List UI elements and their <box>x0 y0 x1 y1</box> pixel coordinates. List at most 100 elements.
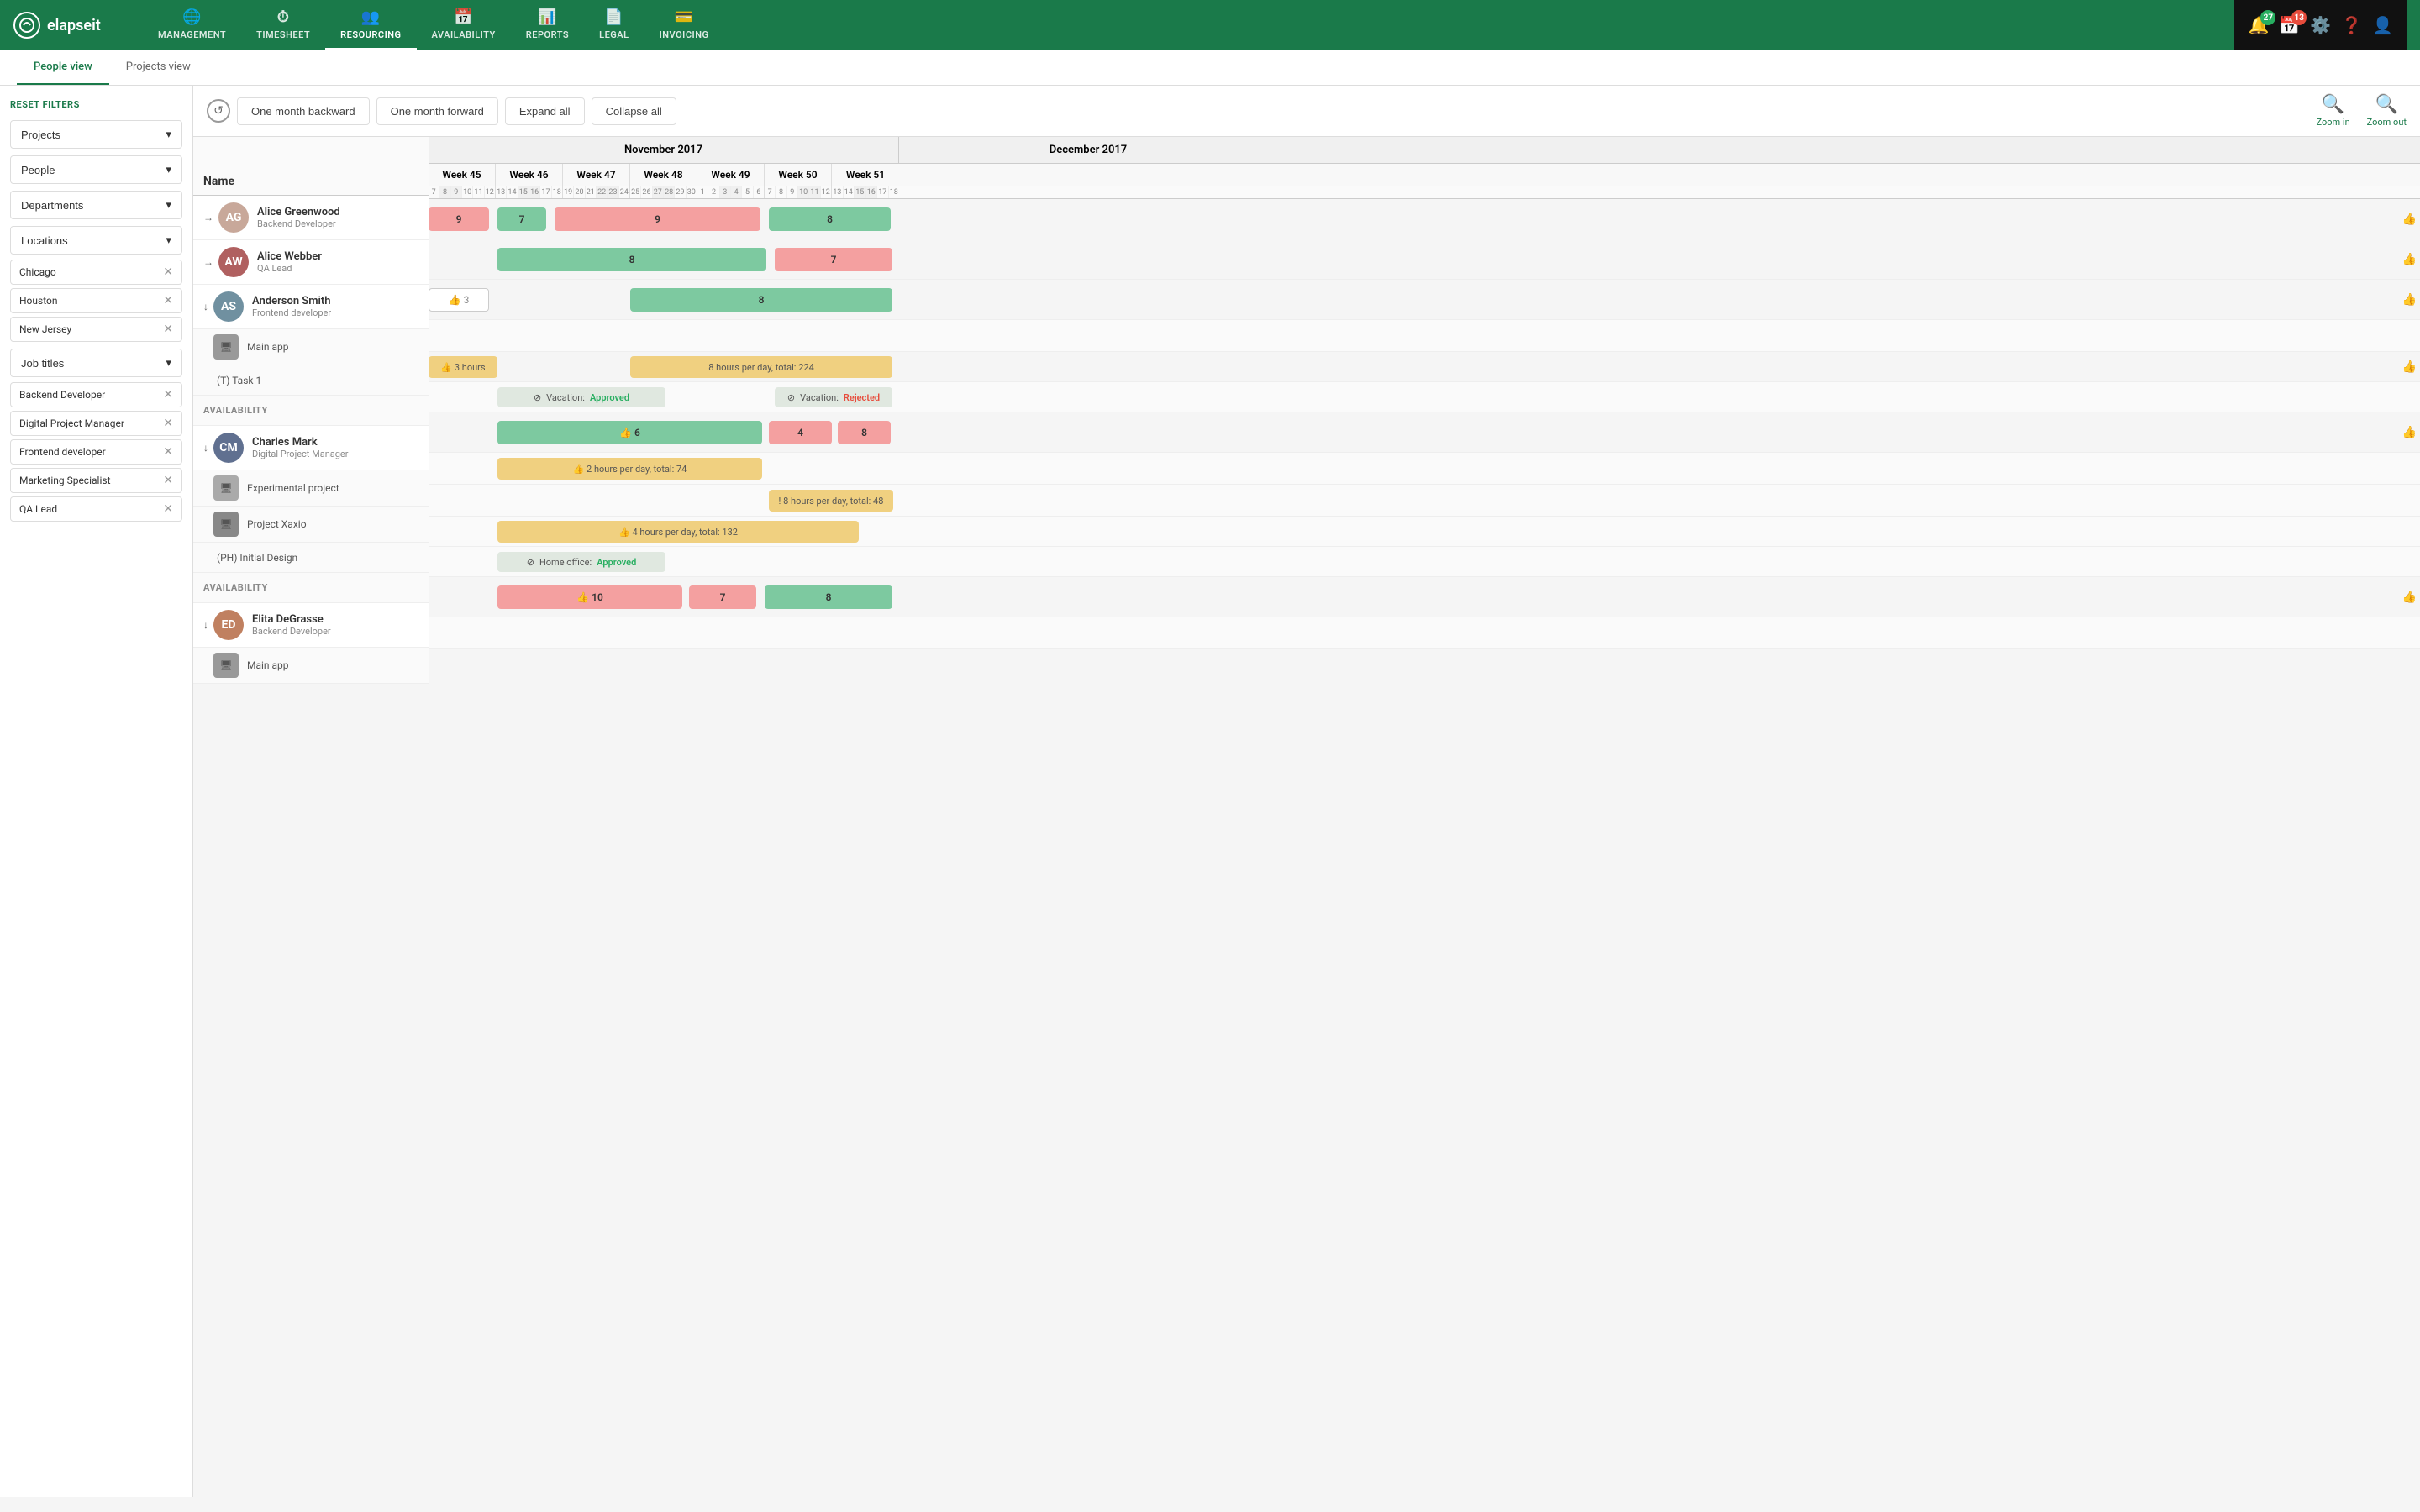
initial-design-label: (PH) Initial Design <box>217 552 297 564</box>
one-month-backward-button[interactable]: One month backward <box>237 97 370 125</box>
tag-new-jersey-remove[interactable]: ✕ <box>163 323 173 336</box>
tag-chicago-remove[interactable]: ✕ <box>163 265 173 279</box>
tab-people-view[interactable]: People view <box>17 50 109 85</box>
nav-resourcing-label: RESOURCING <box>340 29 401 40</box>
bar-ed-1[interactable]: 👍 10 <box>497 585 682 609</box>
bar-cm-2[interactable]: 4 <box>769 421 832 444</box>
like-task1[interactable]: 👍 <box>2402 360 2417 374</box>
avail-homeoffice-status: Approved <box>597 557 636 568</box>
filter-projects: Projects ▾ <box>10 120 182 149</box>
nav-legal[interactable]: 📄 LEGAL <box>584 0 644 50</box>
tag-marketing-remove[interactable]: ✕ <box>163 474 173 487</box>
expand-alice-g[interactable]: → <box>203 212 213 223</box>
tab-projects-view[interactable]: Projects view <box>109 50 208 85</box>
nav-reports[interactable]: 📊 REPORTS <box>511 0 584 50</box>
week51-days: 13 14 15 16 17 18 <box>832 186 899 198</box>
nav-timesheet[interactable]: ⏱ TIMESHEET <box>241 0 325 50</box>
expand-elita[interactable]: ↓ <box>203 619 208 631</box>
job-titles-filter-btn[interactable]: Job titles ▾ <box>10 349 182 377</box>
gantt-bars-area: 9 7 9 8 👍 8 7 👍 <box>429 199 2420 649</box>
expand-charles[interactable]: ↓ <box>203 442 208 454</box>
tag-houston-remove[interactable]: ✕ <box>163 294 173 307</box>
bar-as-2[interactable]: 8 <box>630 288 892 312</box>
bar-cm-1[interactable]: 👍 6 <box>497 421 762 444</box>
avail-approved-status: Approved <box>590 392 629 403</box>
tag-marketing: Marketing Specialist ✕ <box>10 468 182 493</box>
tag-chicago-label: Chicago <box>19 266 56 278</box>
bar-ag-4[interactable]: 8 <box>769 207 891 231</box>
collapse-all-button[interactable]: Collapse all <box>592 97 676 125</box>
nav-invoicing[interactable]: 💳 INVOICING <box>644 0 724 50</box>
bar-ag-1[interactable]: 9 <box>429 207 489 231</box>
zoom-out-button[interactable]: 🔍 Zoom out <box>2367 94 2407 128</box>
nav-availability[interactable]: 📅 AVAILABILITY <box>417 0 511 50</box>
departments-filter-btn[interactable]: Departments ▾ <box>10 191 182 219</box>
bar-cm-3[interactable]: 8 <box>838 421 891 444</box>
bar-as-1[interactable]: 👍 3 <box>429 288 489 312</box>
bar-ed-2[interactable]: 7 <box>689 585 756 609</box>
expand-all-button[interactable]: Expand all <box>505 97 585 125</box>
expand-anderson[interactable]: ↓ <box>203 301 208 312</box>
like-as[interactable]: 👍 <box>2402 293 2417 307</box>
nav-resourcing[interactable]: 👥 RESOURCING <box>325 0 416 50</box>
resourcing-icon: 👥 <box>361 8 381 26</box>
anderson-name: Anderson Smith <box>252 295 418 307</box>
charles-title: Digital Project Manager <box>252 449 418 459</box>
avail-homeoffice-icon: ⊘ <box>527 557 534 568</box>
calendar-button[interactable]: 📅 13 <box>2279 15 2300 35</box>
bar-aw-1[interactable]: 8 <box>497 248 766 271</box>
tag-frontend-dev-label: Frontend developer <box>19 446 106 458</box>
logo[interactable]: elapseit <box>13 12 123 39</box>
bar-task1-1[interactable]: 👍 3 hours <box>429 356 497 378</box>
one-month-forward-button[interactable]: One month forward <box>376 97 498 125</box>
bar-initial-1[interactable]: 👍 4 hours per day, total: 132 <box>497 521 859 543</box>
like-cm[interactable]: 👍 <box>2402 426 2417 439</box>
tag-houston: Houston ✕ <box>10 288 182 313</box>
refresh-button[interactable]: ↺ <box>207 99 230 123</box>
alarm-button[interactable]: 🔔 27 <box>2248 15 2269 35</box>
elita-name: Elita DeGrasse <box>252 613 418 626</box>
tag-qa-lead: QA Lead ✕ <box>10 496 182 522</box>
bar-ag-3[interactable]: 9 <box>555 207 760 231</box>
tag-qa-lead-remove[interactable]: ✕ <box>163 502 173 516</box>
week-45: Week 45 <box>429 164 496 186</box>
expand-alice-w[interactable]: → <box>203 256 213 268</box>
zoom-in-button[interactable]: 🔍 Zoom in <box>2317 94 2350 128</box>
gantt-container: Name → AG Alice Greenwood Backend Develo… <box>193 137 2420 684</box>
bars-elita: 👍 10 7 8 👍 <box>429 577 2420 617</box>
help-button[interactable]: ❓ <box>2341 15 2362 35</box>
logo-text: elapseit <box>47 17 101 34</box>
bar-aw-2[interactable]: 7 <box>775 248 892 271</box>
week50-days: 7 8 9 10 11 12 <box>765 186 832 198</box>
nav-legal-label: LEGAL <box>599 29 629 40</box>
bar-ag-2[interactable]: 7 <box>497 207 546 231</box>
week47-days: 19 20 21 22 23 24 <box>563 186 630 198</box>
like-ag[interactable]: 👍 <box>2402 213 2417 226</box>
locations-dropdown-icon: ▾ <box>166 234 171 247</box>
nav-management[interactable]: 🌐 MANAGEMENT <box>143 0 241 50</box>
projects-filter-label: Projects <box>21 129 60 141</box>
week48-days: 25 26 27 28 29 30 <box>630 186 697 198</box>
main-nav: 🌐 MANAGEMENT ⏱ TIMESHEET 👥 RESOURCING 📅 … <box>143 0 2234 50</box>
people-filter-btn[interactable]: People ▾ <box>10 155 182 184</box>
profile-button[interactable]: 👤 <box>2372 15 2393 35</box>
projects-filter-btn[interactable]: Projects ▾ <box>10 120 182 149</box>
zoom-out-label: Zoom out <box>2367 117 2407 128</box>
like-aw[interactable]: 👍 <box>2402 253 2417 266</box>
reset-filters-button[interactable]: RESET FILTERS <box>10 96 182 120</box>
bar-exp-1[interactable]: 👍 2 hours per day, total: 74 <box>497 458 762 480</box>
filter-locations: Locations ▾ Chicago ✕ Houston ✕ New Jers… <box>10 226 182 342</box>
name-column-header: Name <box>193 137 429 196</box>
locations-filter-btn[interactable]: Locations ▾ <box>10 226 182 255</box>
bar-xaxio-1[interactable]: ! 8 hours per day, total: 48 <box>769 490 893 512</box>
settings-button[interactable]: ⚙️ <box>2310 15 2331 35</box>
bar-ed-3[interactable]: 8 <box>765 585 892 609</box>
avail-homeoffice-label: Home office: <box>539 557 592 568</box>
avatar-anderson: AS <box>213 291 244 322</box>
bar-task1-2[interactable]: 8 hours per day, total: 224 <box>630 356 892 378</box>
bars-main-app-2 <box>429 617 2420 649</box>
tag-dpm-remove[interactable]: ✕ <box>163 417 173 430</box>
like-ed[interactable]: 👍 <box>2402 591 2417 604</box>
tag-frontend-dev-remove[interactable]: ✕ <box>163 445 173 459</box>
tag-backend-dev-remove[interactable]: ✕ <box>163 388 173 402</box>
